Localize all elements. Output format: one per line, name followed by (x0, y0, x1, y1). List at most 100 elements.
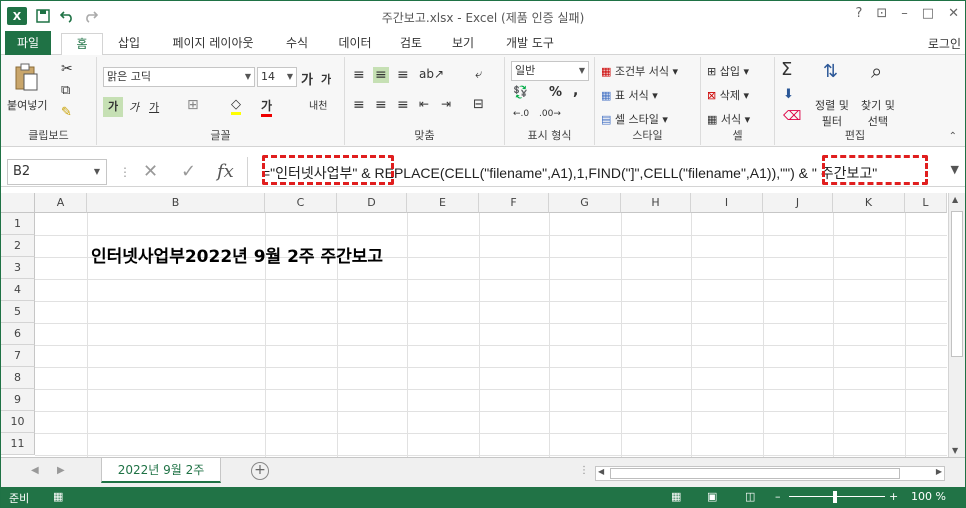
collapse-ribbon-icon[interactable]: ⌃ (949, 131, 957, 142)
vertical-scroll-thumb[interactable] (951, 211, 963, 357)
currency-icon[interactable]: 💱 (513, 85, 528, 99)
expand-formula-icon[interactable]: ▼ (951, 163, 959, 176)
font-color-button[interactable]: 가 (261, 97, 273, 117)
tab-developer[interactable]: 개발 도구 (495, 33, 565, 55)
vertical-scrollbar[interactable]: ▲ ▼ (948, 193, 965, 457)
page-layout-view-icon[interactable]: ▣ (707, 490, 717, 503)
align-bottom-icon[interactable]: ≡ (397, 67, 409, 83)
row-header-11[interactable]: 11 (1, 433, 35, 455)
worksheet-grid[interactable]: A B C D E F G H I J K L 1 2 3 4 5 6 7 8 … (1, 193, 965, 457)
shrink-font-button[interactable]: 가 (321, 71, 331, 87)
number-format-dropdown[interactable]: 일반 ▼ (511, 61, 589, 81)
tab-home[interactable]: 홈 (61, 33, 103, 56)
horizontal-scrollbar[interactable]: ◀ ▶ (595, 466, 945, 481)
column-header-b[interactable]: B (87, 193, 265, 213)
login-link[interactable]: 로그인 (928, 35, 961, 52)
maximize-button[interactable]: □ (922, 6, 934, 21)
font-name-dropdown[interactable]: 맑은 고딕 ▼ (103, 67, 255, 87)
insert-cells-button[interactable]: ⊞ 삽입 ▾ (707, 63, 749, 79)
close-button[interactable]: ✕ (948, 6, 959, 21)
row-header-3[interactable]: 3 (1, 257, 35, 279)
tab-review[interactable]: 검토 (391, 33, 431, 55)
grow-font-button[interactable]: 가 (301, 69, 313, 88)
fill-icon[interactable]: ⬇ (783, 87, 794, 102)
align-right-icon[interactable]: ≡ (397, 97, 409, 113)
zoom-in-icon[interactable]: + (889, 490, 898, 503)
underline-button[interactable]: 가 (149, 99, 159, 115)
binoculars-icon[interactable]: ⌕ (871, 59, 882, 83)
cell-styles-button[interactable]: ▤ 셀 스타일 ▾ (601, 111, 668, 127)
row-header-2[interactable]: 2 (1, 235, 35, 257)
row-header-6[interactable]: 6 (1, 323, 35, 345)
zoom-slider-thumb[interactable] (833, 491, 837, 503)
clear-icon[interactable]: ⌫ (783, 109, 801, 124)
column-header-j[interactable]: J (763, 193, 833, 213)
increase-decimal-icon[interactable]: ←.0 (513, 109, 529, 119)
row-header-9[interactable]: 9 (1, 389, 35, 411)
row-header-5[interactable]: 5 (1, 301, 35, 323)
autosum-icon[interactable]: Σ (781, 59, 792, 80)
align-top-icon[interactable]: ≡ (353, 67, 365, 83)
cut-icon[interactable]: ✂ (61, 61, 73, 77)
sort-filter-icon[interactable]: ⇅ (823, 61, 838, 82)
scroll-left-icon[interactable]: ◀ (598, 467, 604, 476)
border-icon[interactable]: ⊞ (187, 97, 199, 113)
scroll-down-icon[interactable]: ▼ (952, 446, 958, 455)
percent-button[interactable]: % (549, 85, 562, 100)
orientation-icon[interactable]: ab↗ (419, 67, 444, 81)
column-header-a[interactable]: A (35, 193, 87, 213)
row-header-4[interactable]: 4 (1, 279, 35, 301)
name-box[interactable]: B2 ▼ (7, 159, 107, 185)
zoom-level[interactable]: 100 % (911, 490, 946, 503)
tab-formulas[interactable]: 수식 (277, 33, 317, 55)
tab-file[interactable]: 파일 (5, 31, 51, 55)
tab-view[interactable]: 보기 (443, 33, 483, 55)
align-center-icon[interactable]: ≡ (375, 97, 387, 113)
enter-icon[interactable]: ✓ (181, 161, 196, 182)
row-header-8[interactable]: 8 (1, 367, 35, 389)
column-header-i[interactable]: I (691, 193, 763, 213)
sheet-prev-icon[interactable]: ◀ (31, 465, 39, 476)
tab-page-layout[interactable]: 페이지 레이아웃 (161, 33, 265, 55)
row-header-7[interactable]: 7 (1, 345, 35, 367)
tab-insert[interactable]: 삽입 (109, 33, 149, 55)
add-sheet-icon[interactable]: + (251, 462, 269, 480)
page-break-view-icon[interactable]: ◫ (745, 490, 755, 503)
conditional-format-button[interactable]: ▦ 조건부 서식 ▾ (601, 63, 678, 79)
cancel-icon[interactable]: ✕ (143, 161, 158, 182)
font-size-dropdown[interactable]: 14 ▼ (257, 67, 297, 87)
formula-input[interactable]: ="인터넷사업부" & REPLACE(CELL("filename",A1),… (247, 155, 933, 187)
bold-button[interactable]: 가 (103, 97, 123, 117)
column-header-g[interactable]: G (549, 193, 621, 213)
column-header-c[interactable]: C (265, 193, 337, 213)
phonetic-button[interactable]: 내천 (309, 97, 327, 112)
merge-center-icon[interactable]: ⊟ (473, 97, 484, 112)
align-left-icon[interactable]: ≡ (353, 97, 365, 113)
scroll-up-icon[interactable]: ▲ (952, 195, 958, 204)
cell-b2[interactable]: 인터넷사업부2022년 9월 2주 주간보고 (91, 242, 383, 267)
align-middle-icon[interactable]: ≡ (373, 67, 389, 83)
column-header-h[interactable]: H (621, 193, 691, 213)
comma-button[interactable]: , (573, 83, 578, 99)
paste-button[interactable]: 붙여넣기 (7, 97, 47, 113)
italic-button[interactable]: 가 (129, 99, 139, 115)
increase-indent-icon[interactable]: ⇥ (441, 97, 451, 111)
format-cells-button[interactable]: ▦ 서식 ▾ (707, 111, 750, 127)
column-header-e[interactable]: E (407, 193, 479, 213)
horizontal-scroll-thumb[interactable] (610, 468, 900, 479)
copy-icon[interactable]: ⧉ (61, 83, 70, 98)
delete-cells-button[interactable]: ⊠ 삭제 ▾ (707, 87, 749, 103)
fill-color-icon[interactable]: ◇ (231, 97, 241, 115)
decrease-indent-icon[interactable]: ⇤ (419, 97, 429, 111)
find-select-button[interactable]: 찾기 및 선택 (861, 97, 895, 129)
format-as-table-button[interactable]: ▦ 표 서식 ▾ (601, 87, 658, 103)
help-icon[interactable]: ? (855, 6, 862, 21)
insert-function-icon[interactable]: fx (217, 161, 234, 182)
wrap-text-icon[interactable]: ⤶ (475, 67, 482, 82)
macro-record-icon[interactable]: ▦ (53, 490, 63, 503)
zoom-out-icon[interactable]: – (775, 490, 781, 503)
column-header-f[interactable]: F (479, 193, 549, 213)
row-header-10[interactable]: 10 (1, 411, 35, 433)
sheet-next-icon[interactable]: ▶ (57, 465, 65, 476)
row-header-1[interactable]: 1 (1, 213, 35, 235)
